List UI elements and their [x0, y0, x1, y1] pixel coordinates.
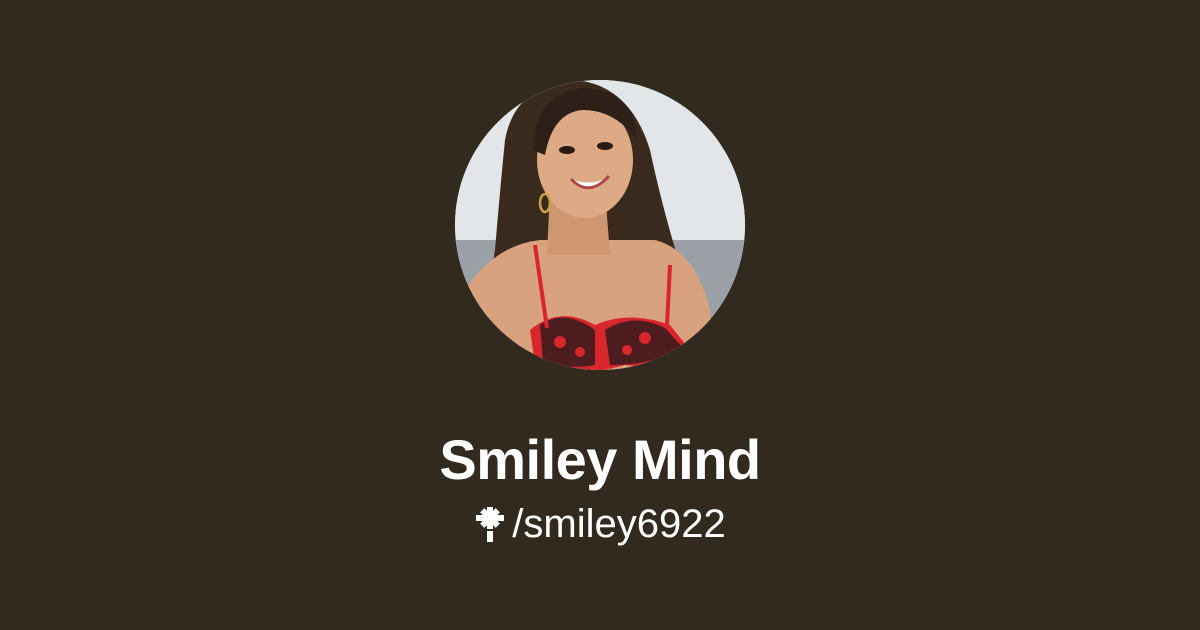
- display-name: Smiley Mind: [439, 428, 761, 491]
- profile-photo: [455, 80, 745, 370]
- handle-row: /smiley6922: [0, 500, 1200, 548]
- profile-avatar: [455, 80, 745, 370]
- linktree-asterisk-icon: [476, 507, 505, 542]
- profile-handle[interactable]: /smiley6922: [512, 500, 725, 548]
- profile-card: Smiley Mind /smiley6922: [0, 0, 1200, 630]
